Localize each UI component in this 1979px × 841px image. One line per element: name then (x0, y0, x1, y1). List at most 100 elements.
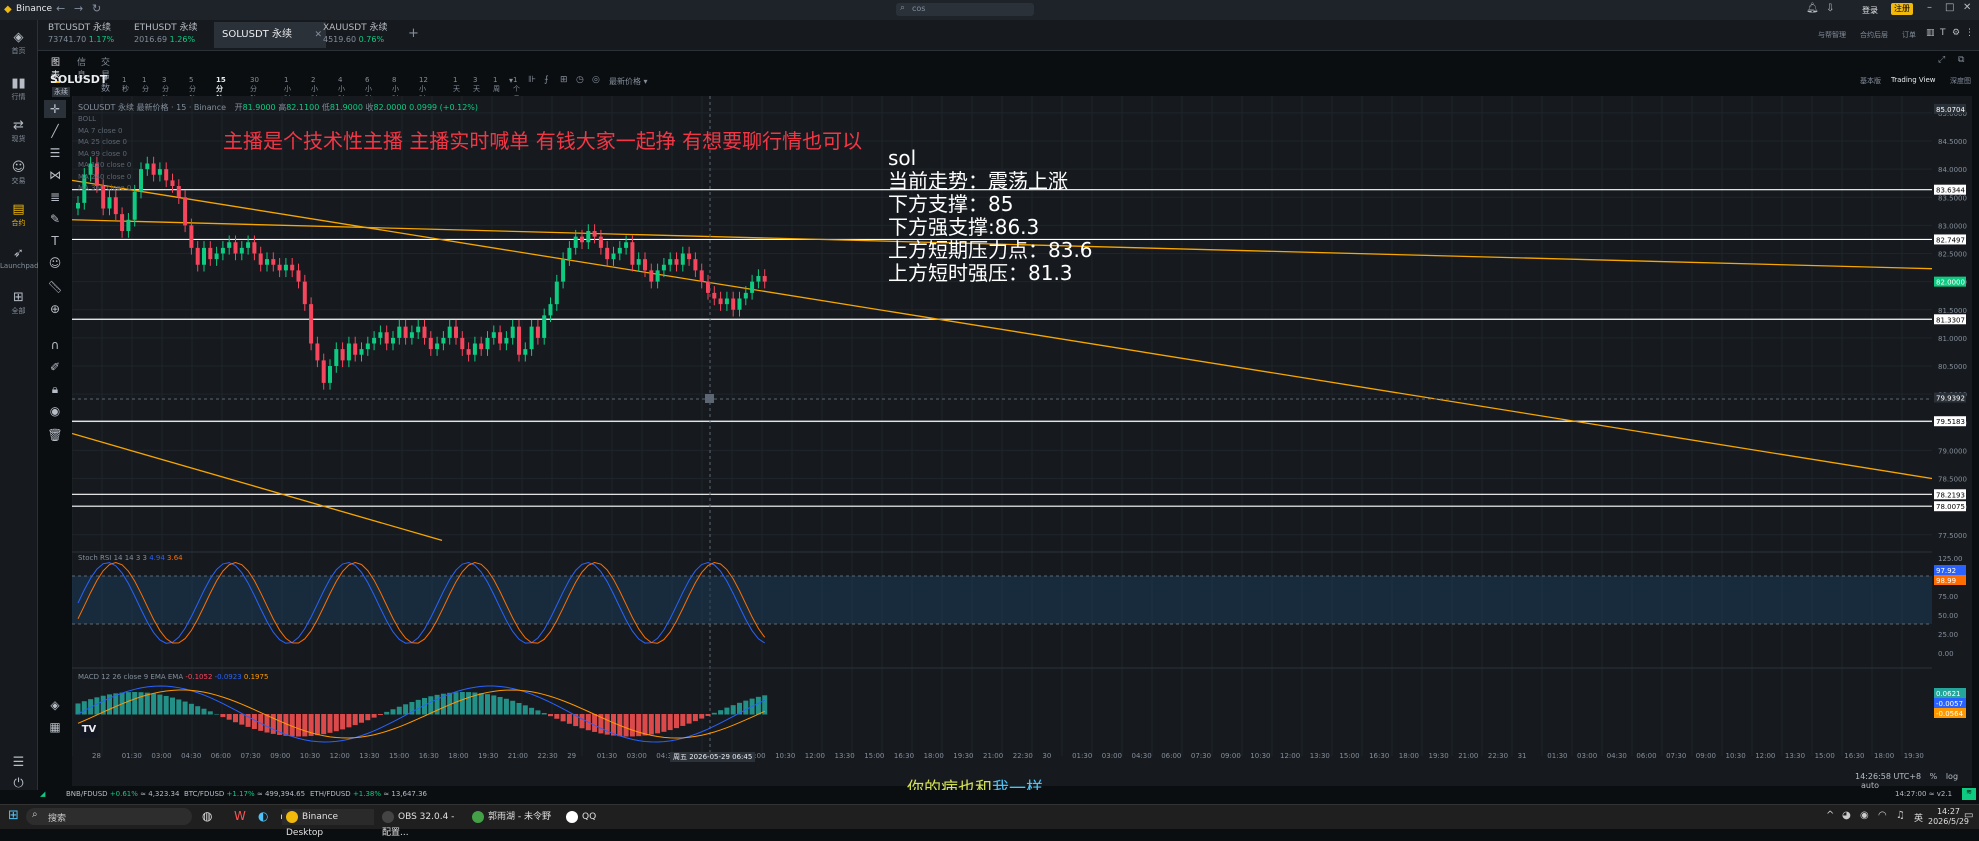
tab-btcusdt[interactable]: BTCUSDT 永续 73741.70 1.17% (40, 22, 122, 48)
indicator-icon[interactable]: ⨍ (544, 75, 549, 85)
view-depth[interactable]: 深度图 (1950, 76, 1971, 86)
bell-icon[interactable]: 🔔︎ (1806, 3, 1819, 14)
taskbar-search[interactable]: ⌕ 搜索 (26, 808, 192, 825)
magnet-icon[interactable]: ∩ (44, 336, 66, 354)
wps-icon[interactable]: W (234, 809, 246, 823)
camera-icon[interactable]: ◎ (592, 75, 600, 85)
minimize-icon[interactable]: – (1927, 2, 1932, 13)
utc-clock[interactable]: 14:26:58 UTC+8 (1855, 772, 1921, 781)
nav-trade[interactable]: ☺ 交易 (0, 160, 37, 186)
ticker-btc[interactable]: BTC/FDUSD +1.17% ≈ 499,394.65 (184, 790, 305, 798)
lock-icon[interactable]: 🔒︎ (44, 380, 66, 398)
link-1[interactable]: 与帮智理 (1818, 30, 1846, 40)
price-type-dropdown[interactable]: 最新价格 ▾ (609, 76, 648, 87)
indicator-item[interactable]: BOLL (78, 114, 131, 126)
fib-icon[interactable]: ≣ (44, 188, 66, 206)
taskbar-app-binance[interactable]: Binance Desktop (282, 809, 374, 838)
layers-icon[interactable]: ◈ (44, 696, 66, 714)
ticker-eth[interactable]: ETH/FDUSD +1.38% ≈ 13,647.36 (310, 790, 427, 798)
close-icon[interactable]: ✕ (1963, 2, 1971, 13)
indicator-item[interactable]: MA 240 close 0 (78, 172, 131, 184)
windows-start-icon[interactable]: ⊞ (8, 808, 19, 823)
refresh-icon[interactable]: ↻ (92, 2, 101, 15)
nav-spot[interactable]: ⇄ 现货 (0, 118, 37, 144)
maximize-icon[interactable]: □ (1945, 2, 1954, 13)
online-indicator-icon[interactable]: ≋ (1962, 788, 1976, 800)
indicator-item[interactable]: MA 360 close 0 (78, 183, 131, 195)
chrome-icon[interactable]: ◍ (202, 809, 212, 823)
taskbar-app-music[interactable]: 郭雨湖 - 未令野 (468, 809, 554, 825)
crosshair-icon[interactable]: ✛ (44, 100, 66, 118)
indicator-item[interactable]: MA 120 close 0 (78, 160, 131, 172)
log-toggle[interactable]: log (1946, 772, 1958, 781)
back-icon[interactable]: ← (56, 2, 65, 15)
ruler-icon[interactable]: 📏︎ (44, 278, 66, 296)
interval-14[interactable]: 1周 (493, 76, 500, 94)
lock-drawings-icon[interactable]: ✐ (44, 358, 66, 376)
volume-icon[interactable]: ♫ (1896, 810, 1905, 821)
search-input[interactable]: ⌕ cos (896, 3, 1034, 16)
calendar-icon[interactable]: ▦ (44, 718, 66, 736)
taskbar-clock[interactable]: 14:27 2026/5/29 (1928, 807, 1969, 827)
tradingview-logo[interactable]: TV (80, 724, 98, 738)
brush-icon[interactable]: ✎ (44, 210, 66, 228)
link-2[interactable]: 合约后层 (1860, 30, 1888, 40)
register-button[interactable]: 注册 (1891, 3, 1913, 15)
auto-toggle[interactable]: auto (1861, 781, 1879, 790)
add-tab-button[interactable]: + (408, 26, 419, 41)
alert-icon[interactable]: ◷ (576, 75, 584, 85)
interval-13[interactable]: 3天 (473, 76, 480, 94)
nav-launchpad[interactable]: ➶ Launchpad (0, 246, 39, 270)
percent-toggle[interactable]: % (1930, 772, 1938, 781)
wifi-icon[interactable]: ◠ (1878, 810, 1887, 821)
emoji-icon[interactable]: ☺ (44, 254, 66, 272)
eye-icon[interactable]: ◉ (44, 402, 66, 420)
ticker-bnb[interactable]: BNB/FDUSD +0.61% ≈ 4,323.34 (66, 790, 179, 798)
download-icon[interactable]: ⇩ (1826, 3, 1834, 14)
forward-icon[interactable]: → (74, 2, 83, 15)
trendline-icon[interactable]: ╱ (44, 122, 66, 140)
edge-icon[interactable]: ◐ (258, 809, 268, 823)
tray-app-icon[interactable]: ◕ (1842, 810, 1851, 821)
notification-icon[interactable]: ▭ (1964, 810, 1973, 821)
hlines-icon[interactable]: ☰ (44, 144, 66, 162)
ime-indicator[interactable]: 英 (1914, 811, 1923, 824)
settings-icon[interactable]: ⚙ (1952, 28, 1960, 38)
apps-icon[interactable]: ⋮ (1965, 28, 1974, 38)
pattern-icon[interactable]: ⋈ (44, 166, 66, 184)
symbol-name[interactable]: SOLUSDT (50, 73, 107, 86)
layout-icon[interactable]: ▥ (1926, 28, 1935, 38)
taskbar-app-qq[interactable]: QQ (562, 809, 606, 825)
nav-markets[interactable]: ▮▮ 行情 (0, 76, 37, 102)
nav-all[interactable]: ⊞ 全部 (0, 290, 37, 316)
tab-xauusdt[interactable]: XAUUSDT 永续 4519.60 0.76% (315, 22, 396, 48)
taskbar-app-obs[interactable]: OBS 32.0.4 - 配置... (378, 809, 466, 838)
text-icon[interactable]: T (44, 232, 66, 250)
nav-futures[interactable]: ▤ 合约 (0, 202, 37, 228)
tray-record-icon[interactable]: ◉ (1860, 810, 1869, 821)
popout-icon[interactable]: ⧉ (1958, 55, 1964, 65)
nav-home[interactable]: ◈ 首页 (0, 30, 37, 56)
chevron-down-icon[interactable]: ▾ (104, 74, 108, 83)
tv-icon[interactable]: T (1940, 28, 1946, 38)
tab-ethusdt[interactable]: ETHUSDT 永续 2016.69 1.26% (126, 22, 206, 48)
tab-solusdt[interactable]: SOLUSDT 永续 ✕ (214, 22, 326, 48)
view-basic[interactable]: 基本版 (1860, 76, 1881, 86)
interval-1[interactable]: 1分 (142, 76, 149, 94)
zoom-in-icon[interactable]: ⊕ (44, 300, 66, 318)
interval-dropdown-icon[interactable]: ▾ (509, 76, 513, 85)
nav-menu[interactable]: ☰ (0, 755, 37, 771)
indicator-item[interactable]: MA 99 close 0 (78, 149, 131, 161)
interval-12[interactable]: 1天 (453, 76, 460, 94)
indicator-item[interactable]: MA 7 close 0 (78, 126, 131, 138)
view-tradingview[interactable]: Trading View (1891, 76, 1936, 84)
indicator-item[interactable]: MA 25 close 0 (78, 137, 131, 149)
crosshair-handle[interactable] (705, 394, 714, 403)
tray-chevron-icon[interactable]: ^ (1826, 810, 1834, 821)
expand-icon[interactable]: ⤢ (1938, 55, 1945, 65)
interval-0[interactable]: 1秒 (122, 76, 129, 94)
candle-type-icon[interactable]: ⊪ (528, 75, 536, 85)
login-button[interactable]: 登录 (1862, 5, 1878, 16)
trash-icon[interactable]: 🗑︎ (44, 426, 66, 444)
layout-grid-icon[interactable]: ⊞ (560, 75, 568, 85)
